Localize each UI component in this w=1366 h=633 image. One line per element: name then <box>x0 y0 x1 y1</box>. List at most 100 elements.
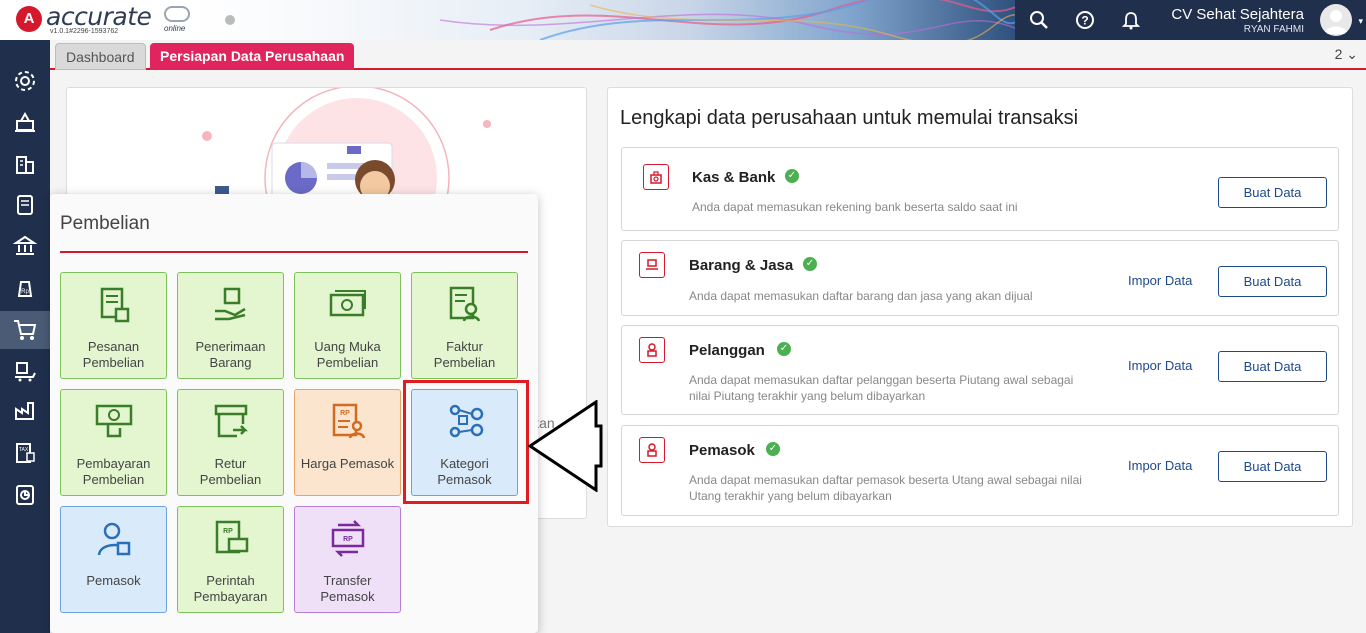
tile-retur-pembelian[interactable]: Retur Pembelian <box>177 389 284 496</box>
bell-icon[interactable] <box>1119 8 1143 32</box>
report-icon <box>16 485 34 505</box>
tile-pesanan-pembelian[interactable]: Pesanan Pembelian <box>60 272 167 379</box>
supplier-icon <box>97 522 131 556</box>
tile-transfer-pemasok[interactable]: RP Transfer Pemasok <box>294 506 401 613</box>
logo-subtext: online <box>164 24 186 33</box>
item-description: Anda dapat memasukan rekening bank beser… <box>692 200 1018 214</box>
tab-count-dropdown[interactable]: 2 ⌄ <box>1335 46 1358 63</box>
book-icon <box>17 195 33 215</box>
money-bag-icon: Rp <box>17 281 33 297</box>
setup-card: Lengkapi data perusahaan untuk memulai t… <box>607 87 1353 527</box>
import-data-link[interactable]: Impor Data <box>1128 458 1192 473</box>
settings-icon <box>15 71 35 91</box>
svg-text:TAX: TAX <box>19 447 29 453</box>
tile-label: Pesanan <box>87 339 140 354</box>
create-data-button[interactable]: Buat Data <box>1218 351 1327 382</box>
payment-order-icon: RP <box>215 520 249 554</box>
svg-text:RP: RP <box>340 410 350 417</box>
sidebar-item-tax[interactable]: TAX <box>0 434 50 472</box>
customer-icon <box>639 337 665 363</box>
user-zone: ? CV Sehat Sejahtera RYAN FAHMI ▾ <box>1015 0 1366 40</box>
item-description: Utang terakhir yang belum dibayarkan <box>689 489 892 503</box>
create-data-button[interactable]: Buat Data <box>1218 266 1327 297</box>
top-bar: A accurate online v1.0.1#2296-1593762 ? … <box>0 0 1366 40</box>
item-description: nilai Piutang terakhir yang belum dibaya… <box>689 389 926 403</box>
setup-item-kas-bank: Kas & Bank ✓ Anda dapat memasukan rekeni… <box>621 147 1339 231</box>
highlight-box <box>403 380 529 504</box>
cloud-icon <box>164 6 190 22</box>
cart-icon <box>14 320 37 340</box>
tile-label: Faktur <box>446 339 483 354</box>
receive-goods-icon <box>215 287 246 321</box>
menu-divider <box>60 251 528 253</box>
sidebar-item-bank[interactable] <box>0 227 50 265</box>
inventory-icon <box>15 362 36 382</box>
chevron-down-icon[interactable]: ▾ <box>1358 16 1363 27</box>
item-description: Anda dapat memasukan daftar barang dan j… <box>689 289 1033 303</box>
item-title: Kas & Bank <box>692 169 776 186</box>
transfer-icon: RP <box>331 520 365 557</box>
check-icon: ✓ <box>777 342 791 356</box>
sidebar-item-book[interactable] <box>0 186 50 224</box>
tile-faktur-pembelian[interactable]: Faktur Pembelian <box>411 272 518 379</box>
avatar[interactable] <box>1320 4 1352 36</box>
tile-uang-muka-pembelian[interactable]: Uang Muka Pembelian <box>294 272 401 379</box>
item-title: Barang & Jasa <box>689 257 794 274</box>
check-icon: ✓ <box>766 442 780 456</box>
search-icon[interactable] <box>1027 8 1051 32</box>
tile-pembayaran-pembelian[interactable]: Pembayaran Pembelian <box>60 389 167 496</box>
tab-persiapan-data[interactable]: Persiapan Data Perusahaan <box>150 43 355 70</box>
status-dot <box>225 15 235 25</box>
tile-label: Perintah <box>206 573 255 588</box>
user-name[interactable]: RYAN FAHMI <box>1244 24 1304 35</box>
tab-count: 2 <box>1334 46 1343 62</box>
cash-icon <box>329 290 366 317</box>
item-title: Pelanggan <box>689 342 765 359</box>
sidebar-item-factory[interactable] <box>0 392 50 430</box>
create-data-button[interactable]: Buat Data <box>1218 451 1327 482</box>
help-icon[interactable]: ? <box>1073 8 1097 32</box>
menu-title: Pembelian <box>60 213 150 234</box>
sidebar-item-report[interactable] <box>0 476 50 514</box>
check-icon: ✓ <box>785 169 799 183</box>
sidebar-item-building[interactable] <box>0 146 50 184</box>
svg-text:Rp: Rp <box>21 289 29 295</box>
tile-harga-pemasok[interactable]: RP Harga Pemasok <box>294 389 401 496</box>
price-list-icon: RP <box>332 403 366 439</box>
tab-dashboard[interactable]: Dashboard <box>55 43 146 70</box>
cash-icon <box>643 164 669 190</box>
check-icon: ✓ <box>803 257 817 271</box>
tile-label: Pembelian <box>82 355 145 370</box>
tile-label: Barang <box>209 355 252 370</box>
tile-pemasok[interactable]: Pemasok <box>60 506 167 613</box>
create-data-button[interactable]: Buat Data <box>1218 177 1327 208</box>
tile-label: Pemasok <box>320 589 375 604</box>
svg-text:RP: RP <box>343 536 353 543</box>
company-name[interactable]: CV Sehat Sejahtera <box>1171 6 1304 23</box>
tile-label: Transfer <box>323 573 372 588</box>
chevron-down-icon: ⌄ <box>1346 46 1358 62</box>
sidebar-item-settings[interactable] <box>0 62 50 100</box>
payment-icon <box>95 404 133 438</box>
sidebar-item-inventory[interactable] <box>0 352 50 390</box>
setup-item-pelanggan: Pelanggan ✓ Anda dapat memasukan daftar … <box>621 325 1339 415</box>
svg-text:RP: RP <box>223 528 233 535</box>
version-label: v1.0.1#2296-1593762 <box>50 28 119 35</box>
sidebar-item-money-bag[interactable]: Rp <box>0 269 50 307</box>
logo-text: accurate <box>46 2 152 31</box>
pointer-arrow-icon <box>528 400 603 492</box>
setup-item-barang-jasa: Barang & Jasa ✓ Anda dapat memasukan daf… <box>621 240 1339 316</box>
item-description: Anda dapat memasukan daftar pelanggan be… <box>689 373 1074 387</box>
tile-penerimaan-barang[interactable]: Penerimaan Barang <box>177 272 284 379</box>
import-data-link[interactable]: Impor Data <box>1128 273 1192 288</box>
tile-label: Pembelian <box>316 355 379 370</box>
import-data-link[interactable]: Impor Data <box>1128 358 1192 373</box>
return-icon <box>214 404 249 438</box>
setup-title: Lengkapi data perusahaan untuk memulai t… <box>620 107 1079 129</box>
tile-perintah-pembayaran[interactable]: RP Perintah Pembayaran <box>177 506 284 613</box>
sidebar-item-printer[interactable] <box>0 104 50 142</box>
sidebar-item-purchase[interactable] <box>0 311 50 349</box>
tile-label: Pemasok <box>86 573 141 588</box>
building-icon <box>16 156 34 174</box>
purchase-order-icon <box>100 287 130 323</box>
